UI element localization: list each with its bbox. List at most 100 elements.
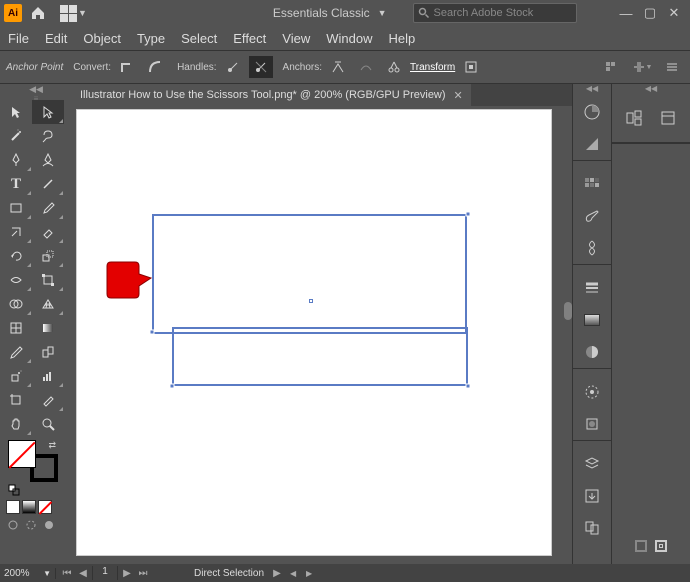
panel-collapse-handle[interactable]: ◀◀: [573, 84, 611, 92]
show-handles-button[interactable]: [221, 56, 245, 78]
eraser-tool[interactable]: [32, 220, 64, 244]
draw-normal-icon[interactable]: [6, 518, 20, 532]
menu-help[interactable]: Help: [388, 31, 415, 46]
selection-tool[interactable]: [0, 100, 32, 124]
draw-behind-icon[interactable]: [24, 518, 38, 532]
convert-smooth-button[interactable]: [143, 56, 167, 78]
cut-path-button[interactable]: [382, 56, 406, 78]
direct-selection-tool[interactable]: [32, 100, 64, 124]
selected-rectangle-bottom[interactable]: [172, 327, 468, 386]
menu-object[interactable]: Object: [83, 31, 121, 46]
asset-export-panel-icon[interactable]: [577, 480, 607, 512]
align-options-icon[interactable]: [600, 56, 624, 78]
none-mode-button[interactable]: [38, 500, 52, 514]
anchor-point-icon[interactable]: [150, 330, 155, 335]
menu-edit[interactable]: Edit: [45, 31, 67, 46]
gradient-panel-icon[interactable]: [577, 304, 607, 336]
lasso-tool[interactable]: [32, 124, 64, 148]
close-tab-icon[interactable]: ✕: [454, 89, 463, 102]
isolate-object-button[interactable]: [459, 56, 483, 78]
free-transform-tool[interactable]: [32, 268, 64, 292]
status-play-button[interactable]: ▶: [270, 566, 284, 580]
status-prev-mini[interactable]: ◀: [286, 566, 300, 580]
selected-rectangle-top[interactable]: [152, 214, 467, 334]
color-mode-button[interactable]: [6, 500, 20, 514]
connect-path-button[interactable]: [354, 56, 378, 78]
stroke-panel-icon[interactable]: [577, 272, 607, 304]
next-artboard-button[interactable]: ▶: [120, 566, 134, 580]
width-tool[interactable]: [0, 268, 32, 292]
remove-anchor-button[interactable]: [326, 56, 350, 78]
menu-view[interactable]: View: [282, 31, 310, 46]
transparency-panel-icon[interactable]: [577, 336, 607, 368]
perspective-grid-tool[interactable]: [32, 292, 64, 316]
hide-handles-button[interactable]: [249, 56, 273, 78]
eyedropper-tool[interactable]: [0, 340, 32, 364]
swatches-panel-icon[interactable]: [577, 168, 607, 200]
stock-search-input[interactable]: Search Adobe Stock: [413, 3, 577, 23]
shape-builder-tool[interactable]: [0, 292, 32, 316]
curvature-tool[interactable]: [32, 148, 64, 172]
fill-swatch[interactable]: [8, 440, 36, 468]
prev-artboard-button[interactable]: ◀: [76, 566, 90, 580]
canvas[interactable]: [72, 106, 572, 564]
right-options-icon[interactable]: [660, 56, 684, 78]
anchor-point-icon[interactable]: [466, 212, 471, 217]
mesh-tool[interactable]: [0, 316, 32, 340]
pen-tool[interactable]: [0, 148, 32, 172]
paintbrush-tool[interactable]: [32, 196, 64, 220]
status-next-mini[interactable]: ▶: [302, 566, 316, 580]
layers-panel-icon[interactable]: [577, 448, 607, 480]
close-button[interactable]: ✕: [662, 3, 686, 23]
symbols-panel-icon[interactable]: [577, 232, 607, 264]
color-guide-panel-icon[interactable]: [577, 128, 607, 160]
shaper-tool[interactable]: [0, 220, 32, 244]
properties-panel-icon[interactable]: [621, 105, 647, 131]
maximize-button[interactable]: ▢: [638, 3, 662, 23]
align-to-icon[interactable]: ▼: [630, 56, 654, 78]
last-artboard-button[interactable]: ⏭: [136, 566, 150, 580]
tools-collapse-handle[interactable]: ◀◀: [0, 84, 72, 94]
appearance-panel-icon[interactable]: [577, 376, 607, 408]
line-segment-tool[interactable]: [32, 172, 64, 196]
magic-wand-tool[interactable]: [0, 124, 32, 148]
libraries-panel-icon[interactable]: [655, 105, 681, 131]
menu-window[interactable]: Window: [326, 31, 372, 46]
convert-corner-button[interactable]: [115, 56, 139, 78]
anchor-point-icon[interactable]: [170, 384, 175, 389]
color-panel-icon[interactable]: [577, 96, 607, 128]
zoom-level-input[interactable]: 200% ▼: [0, 568, 56, 579]
graphic-styles-panel-icon[interactable]: [577, 408, 607, 440]
draw-inside-icon[interactable]: [42, 518, 56, 532]
artboard-number-input[interactable]: 1: [92, 566, 118, 580]
arrange-documents-button[interactable]: ▼: [60, 5, 87, 22]
rectangle-tool[interactable]: [0, 196, 32, 220]
symbol-sprayer-tool[interactable]: [0, 364, 32, 388]
blend-tool[interactable]: [32, 340, 64, 364]
navigator-view-icon[interactable]: [655, 540, 667, 552]
anchor-point-icon[interactable]: [466, 384, 471, 389]
menu-effect[interactable]: Effect: [233, 31, 266, 46]
navigator-thumbnail-icon[interactable]: [635, 540, 647, 552]
menu-type[interactable]: Type: [137, 31, 165, 46]
scale-tool[interactable]: [32, 244, 64, 268]
document-tab[interactable]: Illustrator How to Use the Scissors Tool…: [72, 84, 471, 106]
swap-fill-stroke-icon[interactable]: ⇄: [48, 440, 56, 451]
zoom-tool[interactable]: [32, 412, 64, 436]
artboard-tool[interactable]: [0, 388, 32, 412]
workspace-switcher[interactable]: Essentials Classic ▼: [267, 3, 393, 23]
rotate-tool[interactable]: [0, 244, 32, 268]
home-icon[interactable]: [30, 5, 46, 21]
transform-link[interactable]: Transform: [406, 62, 459, 73]
artboards-panel-icon[interactable]: [577, 512, 607, 544]
column-graph-tool[interactable]: [32, 364, 64, 388]
minimize-button[interactable]: —: [614, 3, 638, 23]
type-tool[interactable]: T: [0, 172, 32, 196]
first-artboard-button[interactable]: ⏮: [60, 566, 74, 580]
gradient-mode-button[interactable]: [22, 500, 36, 514]
gradient-tool[interactable]: [32, 316, 64, 340]
menu-file[interactable]: File: [8, 31, 29, 46]
fill-stroke-display[interactable]: ⇄: [8, 440, 58, 482]
panel-collapse-handle[interactable]: ◀◀: [612, 84, 690, 92]
menu-select[interactable]: Select: [181, 31, 217, 46]
